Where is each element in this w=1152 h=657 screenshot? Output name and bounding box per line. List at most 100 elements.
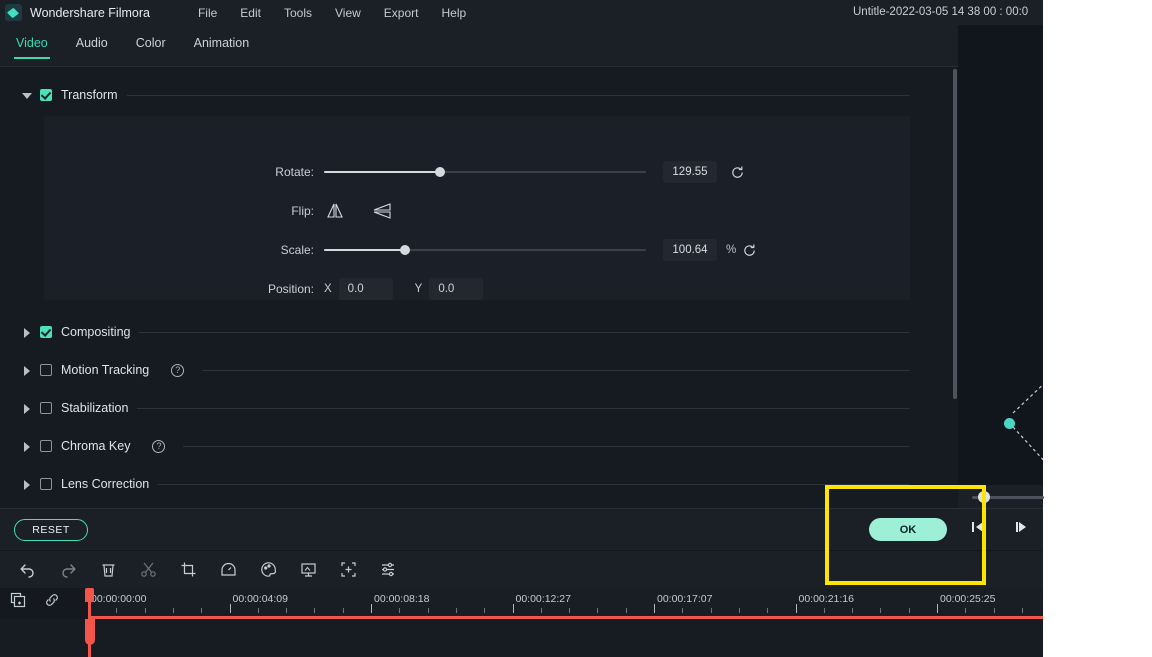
timeline-ruler[interactable]: 00:00:00:0000:00:04:0900:00:08:1800:00:1… [88, 588, 1043, 616]
ruler-tick-minor [399, 608, 400, 613]
scale-slider[interactable] [324, 244, 646, 256]
chevron-right-icon[interactable] [22, 480, 31, 489]
help-icon[interactable]: ? [171, 364, 184, 377]
ruler-tick-minor [626, 608, 627, 613]
tab-bar: Video Audio Color Animation [0, 25, 958, 67]
compositing-checkbox[interactable] [40, 326, 52, 338]
stabilization-checkbox[interactable] [40, 402, 52, 414]
next-frame-icon[interactable] [1014, 520, 1030, 539]
chroma-key-checkbox[interactable] [40, 440, 52, 452]
menu-edit[interactable]: Edit [240, 6, 261, 20]
chevron-right-icon[interactable] [22, 404, 31, 413]
menu-bar: Wondershare Filmora File Edit Tools View… [0, 0, 1043, 25]
add-marker-icon[interactable] [338, 560, 358, 580]
ruler-tick-minor [201, 608, 202, 613]
timeline-track-area[interactable] [0, 619, 1043, 657]
link-icon[interactable] [44, 592, 60, 613]
section-header-compositing[interactable]: Compositing [0, 319, 958, 345]
menu-tools[interactable]: Tools [284, 6, 312, 20]
section-header-motion-tracking[interactable]: Motion Tracking ? [0, 357, 958, 383]
timeline-timestamp: 00:00:25:25 [940, 593, 995, 605]
ruler-tick-minor [258, 608, 259, 613]
menu-help[interactable]: Help [441, 6, 466, 20]
section-header-transform[interactable]: Transform [0, 82, 958, 108]
help-icon[interactable]: ? [152, 440, 165, 453]
section-header-chroma-key[interactable]: Chroma Key ? [0, 433, 958, 459]
crop-icon[interactable] [178, 560, 198, 580]
app-name: Wondershare Filmora [30, 6, 150, 20]
rotate-label: Rotate: [44, 165, 324, 179]
delete-icon[interactable] [98, 560, 118, 580]
filmora-window: Wondershare Filmora File Edit Tools View… [0, 0, 1043, 657]
video-preview [958, 25, 1043, 485]
ruler-tick-minor [767, 608, 768, 613]
undo-icon[interactable] [18, 560, 38, 580]
redo-icon[interactable] [58, 560, 78, 580]
flip-vertical-icon[interactable] [372, 202, 392, 220]
rotation-handle[interactable] [1004, 418, 1015, 429]
ruler-tick-minor [145, 608, 146, 613]
add-track-icon[interactable] [10, 592, 26, 613]
rotation-guides [958, 25, 1043, 485]
ruler-tick-major [796, 604, 797, 613]
transform-label: Transform [61, 88, 118, 102]
rotate-slider[interactable] [324, 166, 646, 178]
playhead[interactable] [88, 588, 91, 657]
ruler-tick-minor [965, 608, 966, 613]
tab-audio[interactable]: Audio [74, 32, 110, 59]
speed-icon[interactable] [218, 560, 238, 580]
lens-correction-checkbox[interactable] [40, 478, 52, 490]
timeline-timestamp: 00:00:00:00 [91, 593, 146, 605]
section-header-stabilization[interactable]: Stabilization [0, 395, 958, 421]
ruler-tick-minor [343, 608, 344, 613]
position-x-axis-label: X [324, 283, 332, 295]
ruler-tick-minor [994, 608, 995, 613]
motion-tracking-checkbox[interactable] [40, 364, 52, 376]
stabilization-label: Stabilization [61, 401, 128, 415]
timeline-timestamp: 00:00:08:18 [374, 593, 429, 605]
ruler-tick-minor [286, 608, 287, 613]
transform-body: Rotate: 129.55 Flip: [44, 116, 910, 300]
document-title: Untitle-2022-03-05 14 38 00 : 00:0 [853, 6, 1043, 18]
scale-value-input[interactable]: 100.64 [663, 239, 717, 261]
ruler-tick-minor [541, 608, 542, 613]
divider [139, 332, 910, 333]
tab-video[interactable]: Video [14, 32, 50, 59]
divider [202, 370, 910, 371]
ruler-tick-minor [880, 608, 881, 613]
chevron-right-icon[interactable] [22, 442, 31, 451]
ruler-tick-minor [569, 608, 570, 613]
adjust-icon[interactable] [378, 560, 398, 580]
rotate-slider-thumb[interactable] [435, 167, 445, 177]
split-scissors-icon[interactable] [138, 560, 158, 580]
tab-color[interactable]: Color [134, 32, 168, 59]
rotate-reset-icon[interactable] [730, 165, 745, 180]
motion-tracking-label: Motion Tracking [61, 363, 149, 377]
color-palette-icon[interactable] [258, 560, 278, 580]
divider [137, 408, 910, 409]
rotate-value-input[interactable]: 129.55 [663, 161, 717, 183]
flip-row: Flip: [44, 197, 910, 225]
position-y-axis-label: Y [415, 283, 423, 295]
position-y-input[interactable]: 0.0 [429, 278, 483, 300]
chevron-right-icon[interactable] [22, 328, 31, 337]
panel-scrollbar-thumb[interactable] [953, 69, 957, 399]
menu-view[interactable]: View [335, 6, 361, 20]
chevron-right-icon[interactable] [22, 366, 31, 375]
scale-reset-icon[interactable] [742, 243, 757, 258]
position-x-input[interactable]: 0.0 [339, 278, 393, 300]
menu-export[interactable]: Export [384, 6, 419, 20]
section-header-lens-correction[interactable]: Lens Correction [0, 471, 958, 497]
green-screen-icon[interactable] [298, 560, 318, 580]
reset-button[interactable]: RESET [14, 519, 88, 541]
flip-horizontal-icon[interactable] [324, 202, 344, 220]
chevron-down-icon[interactable] [22, 91, 31, 100]
timeline-timestamp: 00:00:04:09 [233, 593, 288, 605]
ruler-tick-minor [173, 608, 174, 613]
scale-unit: % [726, 244, 736, 256]
transform-checkbox[interactable] [40, 89, 52, 101]
tab-animation[interactable]: Animation [192, 32, 252, 59]
scale-slider-thumb[interactable] [400, 245, 410, 255]
menu-file[interactable]: File [198, 6, 217, 20]
divider [127, 95, 911, 96]
